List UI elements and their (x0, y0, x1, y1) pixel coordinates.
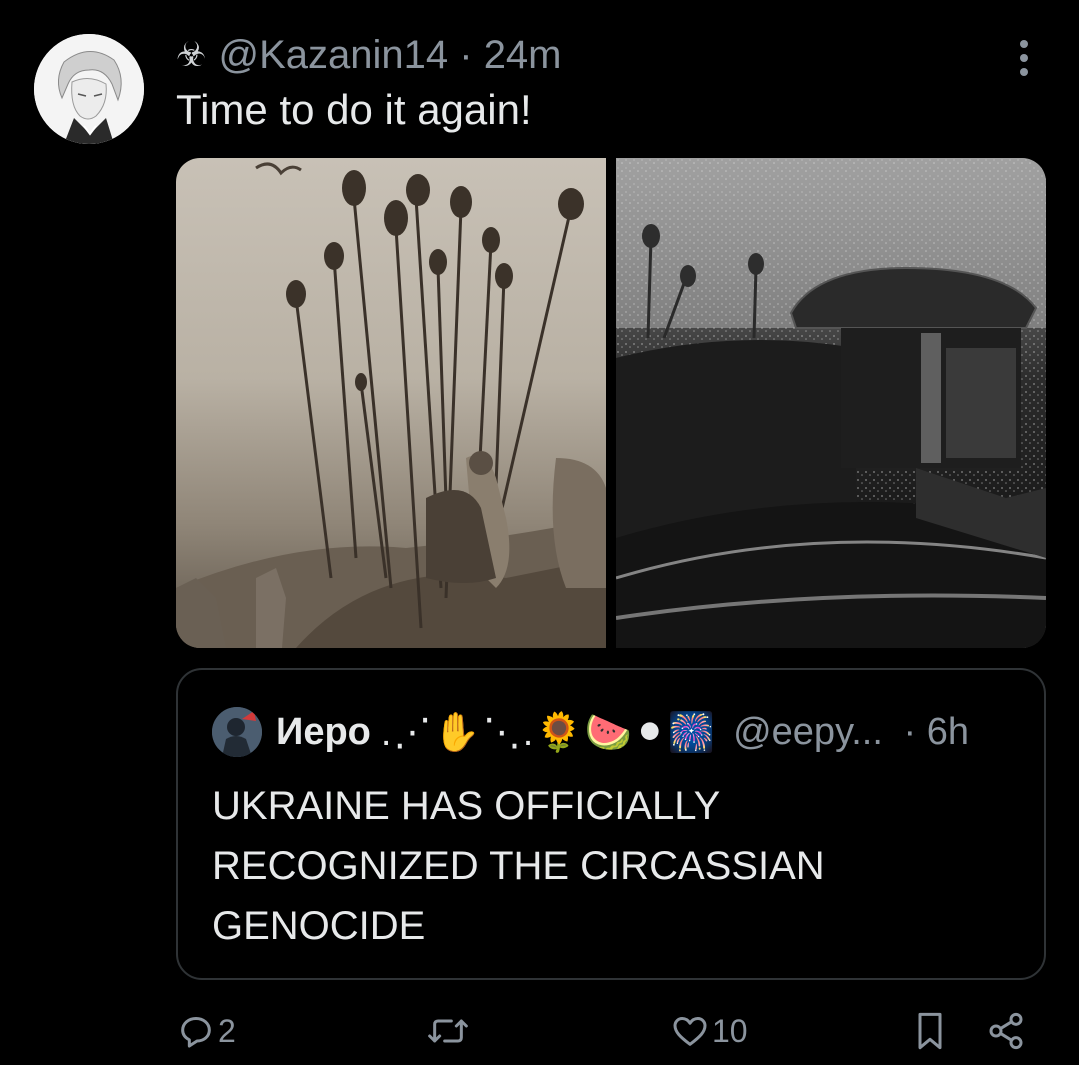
quoted-tweet[interactable]: Иеро .⋰✋⋱.🌻🍉⚫🎆 @eepy... · 6h UKRAINE HAS… (176, 668, 1046, 980)
tweet-timestamp[interactable]: 24m (484, 33, 562, 78)
dot (1020, 54, 1028, 62)
tweet-header: ☣ @Kazanin14 · 24m (176, 30, 562, 80)
dot (1020, 40, 1028, 48)
heart-icon (673, 1017, 707, 1046)
like-count: 10 (712, 1012, 748, 1049)
media-image-dark-hut[interactable] (616, 158, 1046, 648)
retweet-icon (428, 1019, 468, 1043)
avatar[interactable] (34, 34, 144, 144)
header-separator: · (448, 32, 484, 77)
quoted-tweet-header: Иеро .⋰✋⋱.🌻🍉⚫🎆 @eepy... · 6h (212, 706, 969, 758)
more-options-icon[interactable] (1004, 38, 1044, 78)
quoted-separator: · (892, 710, 927, 753)
like-button[interactable]: 10 (670, 1006, 748, 1056)
media-grid (176, 158, 1046, 648)
reply-icon (181, 1017, 211, 1048)
reply-count: 2 (218, 1012, 236, 1049)
quoted-display-name[interactable]: Иеро (276, 711, 371, 754)
avatar-illustration (34, 34, 144, 144)
bookmark-icon (918, 1012, 942, 1050)
share-icon (989, 1012, 1023, 1050)
tweet-text: Time to do it again! (176, 86, 532, 133)
author-handle[interactable]: @Kazanin14 (218, 33, 448, 78)
quoted-name-emojis: .⋰✋⋱.🌻🍉⚫🎆 (380, 711, 718, 754)
media-image-heads-on-pikes[interactable] (176, 158, 606, 648)
quoted-tweet-text: UKRAINE HAS OFFICIALLY RECOGNIZED THE CI… (212, 784, 825, 948)
reply-button[interactable]: 2 (176, 1006, 236, 1056)
biohazard-icon: ☣ (176, 36, 207, 74)
dot (1020, 68, 1028, 76)
tweet-actions: 2 10 (176, 1006, 1046, 1056)
bookmark-button[interactable] (910, 1006, 950, 1056)
retweet-button[interactable] (426, 1006, 470, 1056)
quoted-avatar[interactable] (212, 707, 262, 757)
share-button[interactable] (986, 1006, 1026, 1056)
quoted-timestamp[interactable]: 6h (927, 711, 969, 754)
quoted-handle[interactable]: @eepy... (733, 711, 883, 754)
